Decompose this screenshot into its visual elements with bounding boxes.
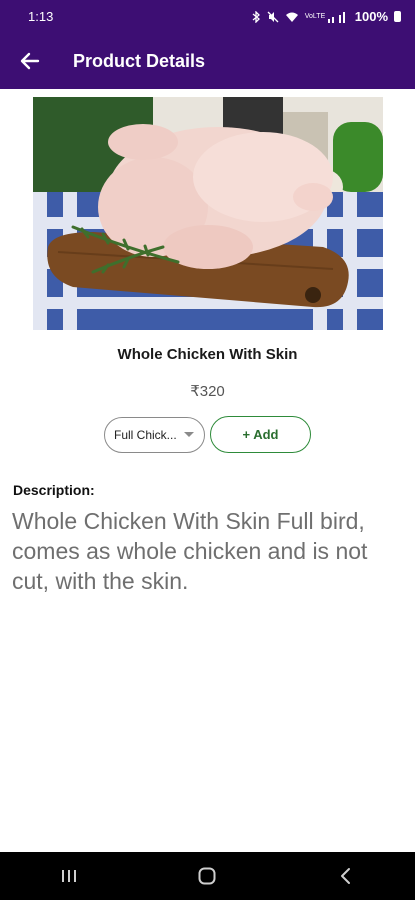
bluetooth-icon — [252, 10, 260, 23]
recents-button[interactable] — [39, 856, 99, 896]
caret-down-icon — [184, 432, 194, 437]
product-name: Whole Chicken With Skin — [117, 346, 298, 363]
system-nav-bar — [0, 852, 415, 900]
home-button[interactable] — [177, 856, 237, 896]
arrow-left-icon — [20, 52, 40, 70]
back-button[interactable] — [0, 33, 60, 89]
battery-icon — [394, 11, 401, 22]
status-bar: 1:13 VoLTE 100% — [0, 0, 415, 33]
variant-selected-value: Full Chick... — [114, 428, 177, 442]
status-time: 1:13 — [28, 9, 54, 24]
description-text: Whole Chicken With Skin Full bird, comes… — [12, 508, 368, 594]
description-label: Description: — [13, 482, 95, 498]
mute-icon — [267, 11, 279, 22]
wifi-icon — [285, 12, 298, 22]
product-photo — [33, 97, 383, 330]
network-label: VoLTE — [304, 13, 326, 20]
recents-icon — [62, 870, 77, 882]
signal-icon — [327, 11, 345, 23]
home-icon — [198, 867, 216, 885]
system-back-button[interactable] — [316, 856, 376, 896]
app-bar: Product Details — [0, 33, 415, 89]
add-to-cart-button[interactable]: + Add — [210, 416, 311, 453]
product-price: ₹320 — [190, 383, 225, 400]
battery-percent: 100% — [354, 9, 388, 24]
page-title: Product Details — [73, 50, 206, 71]
variant-dropdown[interactable]: Full Chick... — [104, 417, 205, 453]
product-image — [33, 97, 383, 330]
back-icon — [340, 868, 350, 884]
status-icons: VoLTE 100% — [251, 9, 401, 24]
